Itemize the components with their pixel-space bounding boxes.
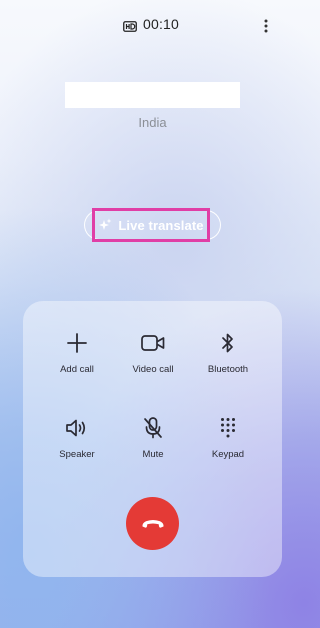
bluetooth-icon bbox=[193, 330, 263, 356]
end-call-icon bbox=[141, 519, 164, 528]
plus-icon bbox=[42, 330, 112, 356]
video-call-button[interactable]: Video call bbox=[118, 330, 188, 375]
mute-label: Mute bbox=[142, 449, 164, 460]
end-call-button[interactable] bbox=[126, 497, 179, 550]
contact-location: India bbox=[138, 115, 167, 130]
speaker-button[interactable]: Speaker bbox=[42, 415, 112, 460]
keypad-label: Keypad bbox=[211, 449, 245, 460]
sparkle-icon bbox=[98, 218, 112, 232]
bluetooth-button[interactable]: Bluetooth bbox=[193, 330, 263, 375]
hd-voice-icon bbox=[123, 19, 137, 32]
call-timer: 00:10 bbox=[143, 16, 180, 32]
more-vert-icon bbox=[264, 19, 268, 33]
add-call-button[interactable]: Add call bbox=[42, 330, 112, 375]
mic-off-icon bbox=[118, 415, 188, 441]
speaker-label: Speaker bbox=[59, 449, 95, 460]
live-translate-label: Live translate bbox=[118, 217, 204, 233]
keypad-button[interactable]: Keypad bbox=[193, 415, 263, 460]
call-status-bar: 00:10 bbox=[0, 16, 305, 36]
contact-name-redacted bbox=[65, 82, 240, 108]
dialpad-icon bbox=[193, 415, 263, 441]
more-options-button[interactable] bbox=[258, 16, 274, 36]
call-timer-group: 00:10 bbox=[123, 16, 179, 32]
video-call-label: Video call bbox=[132, 364, 174, 375]
mute-button[interactable]: Mute bbox=[118, 415, 188, 460]
live-translate-button[interactable]: Live translate bbox=[92, 208, 210, 242]
speaker-icon bbox=[42, 415, 112, 441]
bluetooth-label: Bluetooth bbox=[207, 364, 249, 375]
add-call-label: Add call bbox=[60, 364, 94, 375]
video-camera-icon bbox=[118, 330, 188, 356]
